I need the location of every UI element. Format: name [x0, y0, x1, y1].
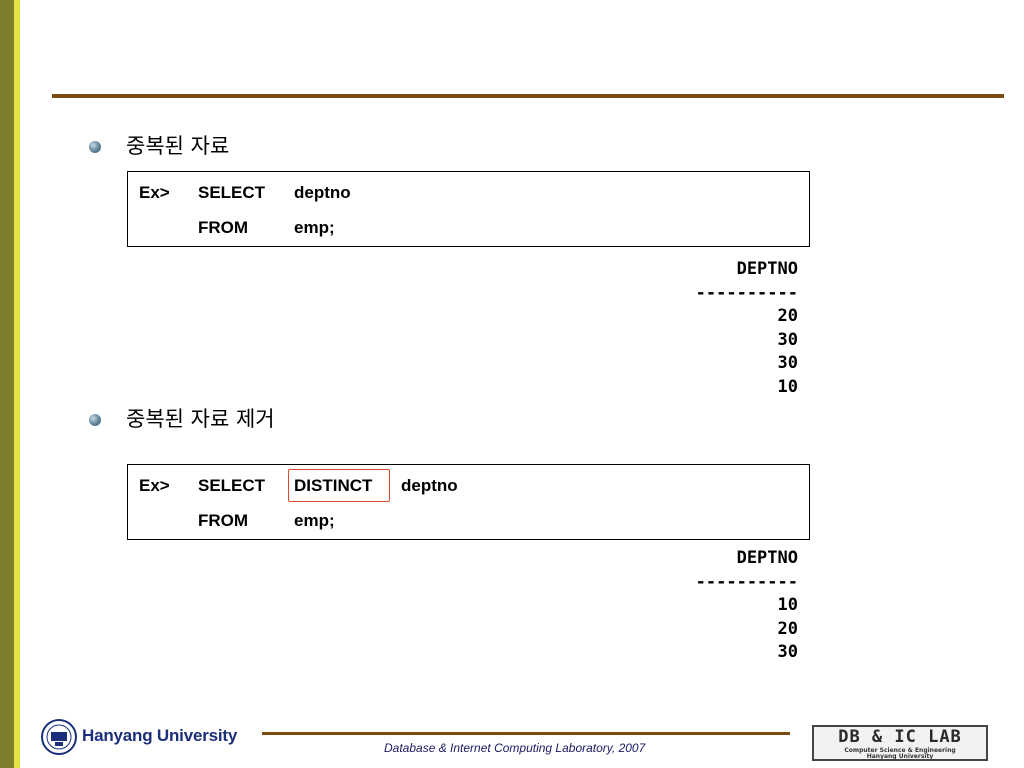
- result-row: 20: [777, 306, 798, 326]
- bullet-icon: [89, 414, 101, 426]
- sql-column: deptno: [401, 476, 458, 495]
- university-name: Hanyang University: [82, 726, 238, 745]
- code-prefix: Ex>: [139, 183, 170, 202]
- bullet-icon: [89, 141, 101, 153]
- top-divider: [52, 94, 1004, 98]
- result-separator: ----------: [695, 571, 798, 592]
- result-row: 30: [777, 642, 798, 662]
- code-prefix: Ex>: [139, 476, 170, 495]
- sql-keyword-from: FROM: [198, 218, 249, 237]
- result-row: 10: [777, 376, 798, 397]
- result-row: 30: [777, 329, 798, 350]
- sql-table: emp;: [294, 218, 335, 237]
- result-row: 30: [777, 353, 798, 373]
- sql-column: deptno: [294, 183, 351, 202]
- result-header: DEPTNO: [736, 259, 798, 279]
- sql-table: emp;: [294, 511, 335, 530]
- sql-code-box: Ex> SELECT deptno FROM emp;: [127, 171, 810, 247]
- left-decorative-bar: [0, 0, 14, 768]
- lab-logo: DB & IC LAB Computer Science & Engineeri…: [812, 725, 988, 761]
- sql-keyword-from: FROM: [198, 511, 249, 530]
- result-row: 20: [777, 618, 798, 639]
- left-accent-stripe: [14, 0, 20, 768]
- section-heading-remove-duplicates: 중복된 자료 제거: [126, 407, 275, 431]
- sql-keyword-select: SELECT: [198, 476, 266, 495]
- sql-keyword-select: SELECT: [198, 183, 266, 202]
- university-seal-icon: [41, 719, 77, 755]
- sql-code-box-distinct: Ex> SELECT DISTINCT deptno FROM emp;: [127, 464, 810, 540]
- sql-keyword-distinct: DISTINCT: [294, 476, 373, 495]
- bottom-divider: [262, 732, 790, 735]
- result-row: 10: [777, 595, 798, 615]
- lab-logo-subtitle: Hanyang University: [866, 753, 934, 760]
- result-separator: ----------: [695, 282, 798, 303]
- query-result-2: DEPTNO ---------- 10 20 30: [640, 547, 798, 665]
- result-header: DEPTNO: [736, 548, 798, 568]
- section-heading-duplicates: 중복된 자료: [126, 134, 230, 158]
- query-result-1: DEPTNO ---------- 20 30 30 10: [640, 258, 798, 399]
- footer-caption: Database & Internet Computing Laboratory…: [384, 741, 646, 755]
- lab-logo-title: DB & IC LAB: [838, 727, 962, 747]
